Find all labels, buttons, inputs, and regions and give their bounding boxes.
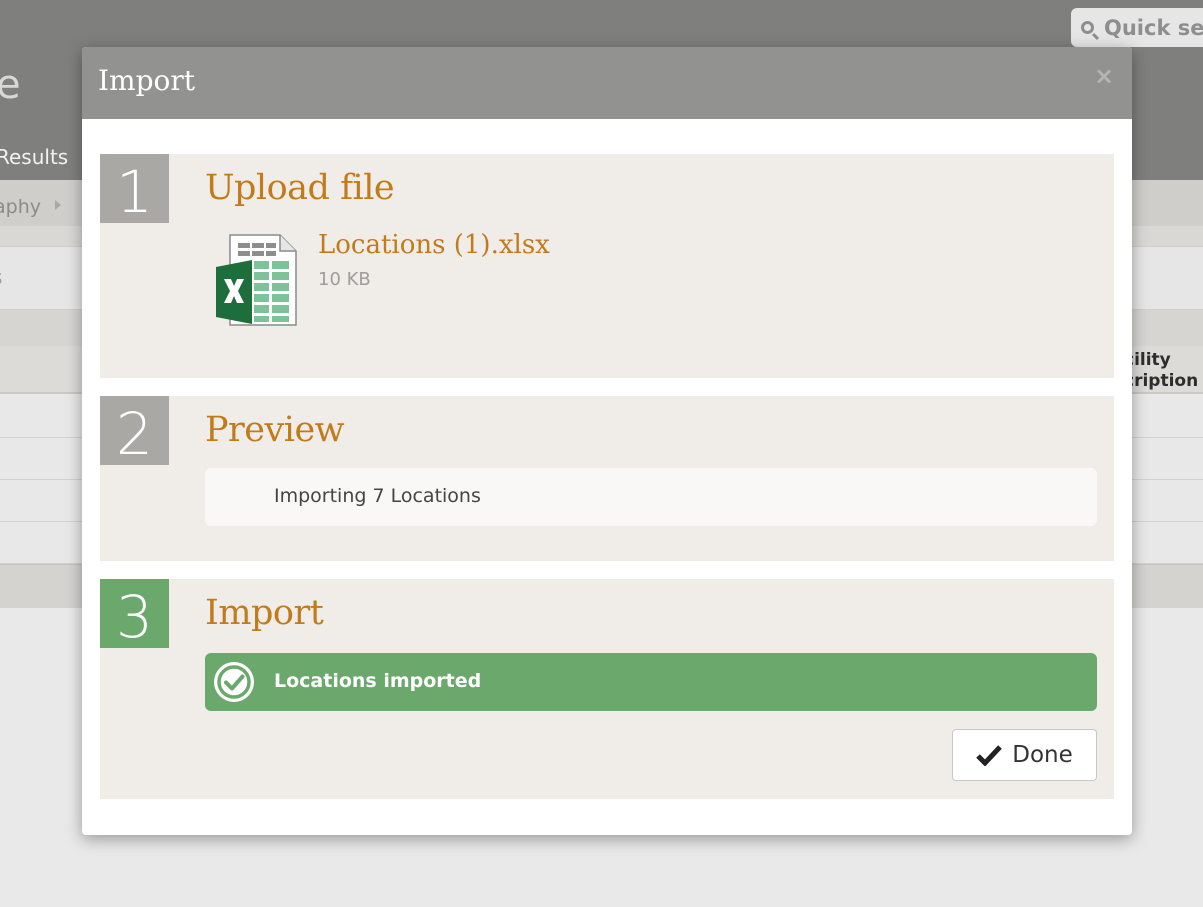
table-header-line: cility [1124,350,1171,370]
search-icon [1081,21,1094,34]
preview-box: Importing 7 Locations [205,468,1097,526]
step-title: Upload file [205,168,395,208]
table-header-facility-description[interactable]: cility cription [1124,350,1198,392]
import-success-alert: Locations imported [205,653,1097,711]
file-size: 10 KB [318,269,371,290]
done-button[interactable]: Done [952,729,1097,781]
section-label: s [0,265,2,289]
tab-results[interactable]: Results [0,145,68,169]
checkmark-icon [976,745,1003,766]
step-import: 3 Import Locations imported Done [100,579,1114,799]
step-number: 1 [100,154,169,226]
step-title: Import [205,593,324,633]
quick-search-input[interactable]: Quick sea [1071,8,1203,47]
file-name-link[interactable]: Locations (1).xlsx [318,230,550,260]
modal-header: Import × [82,47,1132,119]
page-title: e [0,62,21,108]
import-modal: Import × 1 Upload file Locations (1).xls… [82,47,1132,835]
breadcrumb-separator-icon [55,200,61,210]
step-number: 2 [100,396,169,468]
quick-search-placeholder: Quick sea [1104,15,1203,40]
modal-title: Import [98,64,196,97]
table-header-line: cription [1124,371,1199,391]
import-status-text: Locations imported [274,670,482,692]
step-upload-file: 1 Upload file Locations (1).xlsx 10 KB [100,154,1114,378]
done-button-label: Done [1012,742,1073,768]
close-icon[interactable]: × [1094,64,1114,88]
preview-message: Importing 7 Locations [274,485,481,507]
step-preview: 2 Preview Importing 7 Locations [100,396,1114,561]
breadcrumb-item[interactable]: aphy [0,196,41,218]
excel-file-icon [216,234,297,326]
step-number: 3 [100,579,169,651]
check-circle-icon [214,662,254,702]
step-title: Preview [205,410,345,450]
